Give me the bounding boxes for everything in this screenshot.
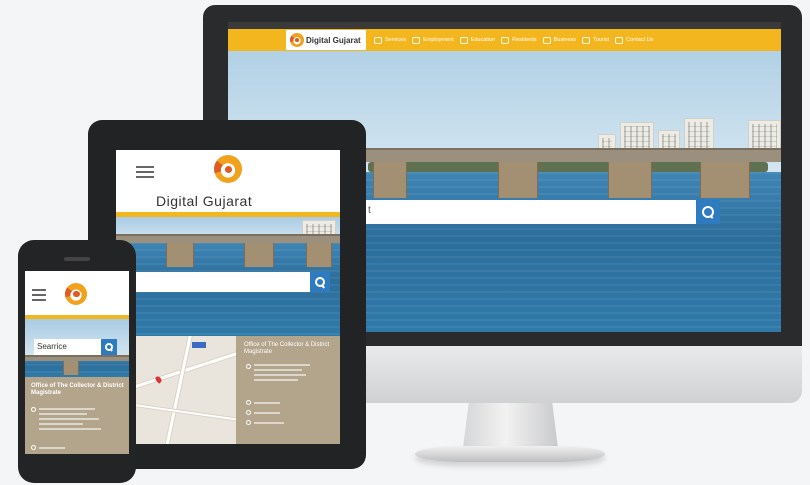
phone-line xyxy=(254,402,280,404)
menu-label: Contact Us xyxy=(626,37,654,43)
search-icon xyxy=(701,205,715,219)
address-line xyxy=(254,369,302,371)
address-line xyxy=(39,408,95,410)
menu-item-residents[interactable]: Residents xyxy=(501,36,537,44)
desktop-brand-text: Digital Gujarat xyxy=(306,35,361,45)
menu-label: Employment xyxy=(423,37,454,43)
address-line xyxy=(39,428,101,430)
tablet-search-button[interactable] xyxy=(310,272,330,292)
desktop-nav-bar: Digital Gujarat Services Employment Educ… xyxy=(228,29,781,51)
bridge-pier xyxy=(63,361,79,375)
address-line xyxy=(39,418,99,420)
desktop-search-text: t xyxy=(368,205,371,216)
phone-icon xyxy=(246,400,251,405)
tablet-map[interactable] xyxy=(136,336,236,444)
email-icon xyxy=(246,420,251,425)
address-line xyxy=(254,374,306,376)
menu-label: Education xyxy=(470,37,496,43)
fax-line xyxy=(254,412,280,414)
menu-item-tourist[interactable]: Tourist xyxy=(581,36,610,44)
phone-line xyxy=(39,447,65,449)
phone-search-input[interactable]: Searrice xyxy=(34,339,110,355)
digital-gujarat-logo-icon xyxy=(65,283,87,305)
phone-screen: Searrice Office of The Collector & Distr… xyxy=(25,271,129,454)
desktop-top-strip xyxy=(228,22,781,29)
bridge-pier xyxy=(700,162,750,198)
menu-label: Tourist xyxy=(592,37,610,43)
bridge-pier xyxy=(498,162,538,198)
menu-item-services[interactable]: Services xyxy=(374,36,407,44)
menu-item-employment[interactable]: Employment xyxy=(412,36,454,44)
phone-search-text: Searrice xyxy=(37,342,67,351)
menu-label: Residents xyxy=(512,37,537,43)
phone-speaker xyxy=(64,257,90,261)
desktop-main-menu: Services Employment Education Residents … xyxy=(374,29,653,51)
menu-item-contact-us[interactable]: Contact Us xyxy=(615,36,654,44)
employment-icon xyxy=(412,36,421,44)
contact-icon xyxy=(615,36,624,44)
email-line xyxy=(254,422,284,424)
menu-label: Business xyxy=(553,37,576,43)
residents-icon xyxy=(501,36,510,44)
map-road xyxy=(136,401,236,425)
desktop-bridge-deck xyxy=(366,148,781,162)
tablet-brand-text: Digital Gujarat xyxy=(156,193,253,209)
business-icon xyxy=(542,36,551,44)
bridge-pier xyxy=(373,162,407,198)
digital-gujarat-logo-icon xyxy=(290,33,304,47)
tourist-icon xyxy=(581,36,590,44)
services-icon xyxy=(374,36,382,44)
bridge-pier xyxy=(244,243,274,267)
phone-office-title: Office of The Collector & District Magis… xyxy=(31,383,124,396)
address-line xyxy=(39,423,83,425)
tablet-bridge-deck xyxy=(116,234,340,243)
search-icon xyxy=(104,342,114,352)
bridge-pier xyxy=(166,243,194,267)
address-line xyxy=(254,364,310,366)
desktop-search-input[interactable]: t xyxy=(366,200,696,224)
phone-icon xyxy=(31,445,36,450)
tablet-header: Digital Gujarat xyxy=(116,150,340,212)
digital-gujarat-logo-icon xyxy=(214,155,242,183)
address-line xyxy=(39,413,87,415)
map-label-marker xyxy=(192,342,206,348)
bridge-pier xyxy=(306,243,332,267)
menu-item-education[interactable]: Education xyxy=(459,36,496,44)
desktop-brand[interactable]: Digital Gujarat xyxy=(286,30,366,50)
location-icon xyxy=(31,407,36,412)
desktop-search-button[interactable] xyxy=(696,200,720,224)
location-icon xyxy=(246,364,251,369)
tablet-screen: Digital Gujarat Office of The Collector … xyxy=(116,150,340,444)
bridge-pier xyxy=(608,162,652,198)
map-road xyxy=(162,336,195,444)
phone-search-button[interactable] xyxy=(101,339,117,355)
hamburger-menu-icon[interactable] xyxy=(136,166,154,181)
monitor-stand-neck xyxy=(463,403,558,448)
search-icon xyxy=(314,276,326,288)
menu-item-business[interactable]: Business xyxy=(542,36,576,44)
education-icon xyxy=(459,36,468,44)
menu-label: Services xyxy=(385,37,407,43)
tablet-search-input[interactable] xyxy=(116,272,310,292)
hamburger-menu-icon[interactable] xyxy=(32,289,46,304)
tablet-office-title: Office of The Collector & District Magis… xyxy=(244,342,330,355)
monitor-stand-base xyxy=(415,446,605,462)
fax-icon xyxy=(246,410,251,415)
address-line xyxy=(254,379,298,381)
